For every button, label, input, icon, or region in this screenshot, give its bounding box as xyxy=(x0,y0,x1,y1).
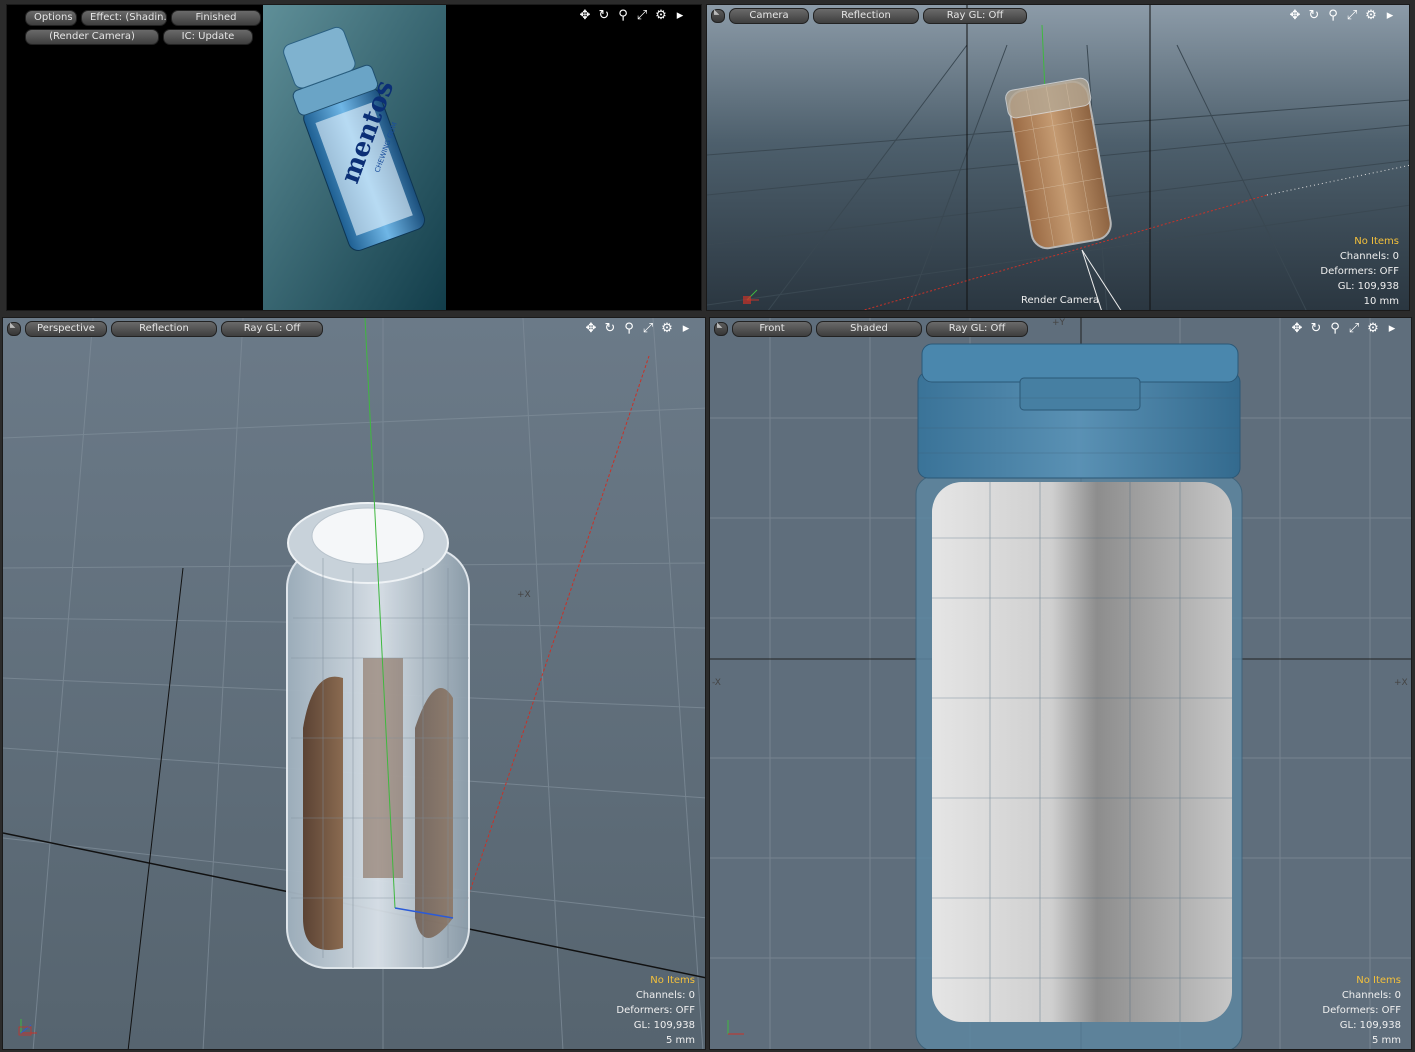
perspective-info-overlay: No Items Channels: 0 Deformers: OFF GL: … xyxy=(616,973,695,1048)
view-type-dropdown[interactable]: Perspective xyxy=(25,321,107,337)
arrow-right-icon[interactable]: ▸ xyxy=(1385,322,1399,335)
rotate-icon[interactable]: ↻ xyxy=(597,9,611,22)
deformers-label: Deformers: OFF xyxy=(616,1005,695,1016)
arrow-right-icon[interactable]: ▸ xyxy=(673,9,687,22)
channels-label: Channels: 0 xyxy=(1339,251,1399,262)
camera-info-overlay: No Items Channels: 0 Deformers: OFF GL: … xyxy=(1320,234,1399,309)
rotate-icon[interactable]: ↻ xyxy=(603,322,617,335)
move-icon[interactable]: ✥ xyxy=(578,9,592,22)
gear-icon[interactable]: ⚙ xyxy=(654,9,668,22)
viewport-menu-grabber[interactable] xyxy=(711,8,725,23)
front-info-overlay: No Items Channels: 0 Deformers: OFF GL: … xyxy=(1322,973,1401,1048)
grid-scale-label: 5 mm xyxy=(665,1035,695,1046)
perspective-toolbar: Perspective Reflection Ray GL: Off xyxy=(7,321,323,337)
no-items-label: No Items xyxy=(1354,236,1399,247)
maximize-icon[interactable]: ⤢ xyxy=(1347,322,1361,335)
front-toolbar: Front Shaded Ray GL: Off xyxy=(714,321,1028,337)
render-camera-dropdown[interactable]: (Render Camera) xyxy=(25,29,159,45)
maximize-icon[interactable]: ⤢ xyxy=(1345,9,1359,22)
rotate-icon[interactable]: ↻ xyxy=(1307,9,1321,22)
render-status-button[interactable]: Finished xyxy=(171,10,261,26)
zoom-icon[interactable]: ⚲ xyxy=(1326,9,1340,22)
render-viewport[interactable]: mentos CHEWING GUM Options Effect: (Shad… xyxy=(6,4,702,311)
gear-icon[interactable]: ⚙ xyxy=(1364,9,1378,22)
ic-update-button[interactable]: IC: Update xyxy=(163,29,253,45)
front-viewport[interactable]: Front Shaded Ray GL: Off ✥ ↻ ⚲ ⤢ ⚙ ▸ +Y … xyxy=(709,317,1412,1050)
gear-icon[interactable]: ⚙ xyxy=(660,322,674,335)
grid-scale-label: 10 mm xyxy=(1363,296,1399,307)
maximize-icon[interactable]: ⤢ xyxy=(641,322,655,335)
camera-viewport[interactable]: Camera Reflection Ray GL: Off ✥ ↻ ⚲ ⤢ ⚙ … xyxy=(706,4,1410,311)
channels-label: Channels: 0 xyxy=(1341,990,1401,1001)
zoom-icon[interactable]: ⚲ xyxy=(622,322,636,335)
camera-scene xyxy=(707,5,1409,310)
render-toolbar: Options Effect: (Shadin... Finished (Ren… xyxy=(25,10,261,45)
move-icon[interactable]: ✥ xyxy=(1288,9,1302,22)
viewport-menu-grabber[interactable] xyxy=(714,321,728,336)
axis-right-label: +X xyxy=(1394,678,1408,688)
render-camera-label: Render Camera xyxy=(1021,295,1100,306)
arrow-right-icon[interactable]: ▸ xyxy=(679,322,693,335)
move-icon[interactable]: ✥ xyxy=(1290,322,1304,335)
render-view-controls: ✥ ↻ ⚲ ⤢ ⚙ ▸ xyxy=(578,9,687,22)
camera-view-controls: ✥ ↻ ⚲ ⤢ ⚙ ▸ xyxy=(1288,9,1397,22)
move-icon[interactable]: ✥ xyxy=(584,322,598,335)
axis-left-label: -X xyxy=(712,678,721,688)
gl-count-label: GL: 109,938 xyxy=(633,1020,695,1031)
arrow-right-icon[interactable]: ▸ xyxy=(1383,9,1397,22)
perspective-scene xyxy=(3,318,705,1049)
front-scene xyxy=(710,318,1411,1049)
no-items-label: No Items xyxy=(1356,975,1401,986)
shading-dropdown[interactable]: Reflection xyxy=(111,321,217,337)
camera-toolbar: Camera Reflection Ray GL: Off xyxy=(711,8,1027,24)
no-items-label: No Items xyxy=(650,975,695,986)
deformers-label: Deformers: OFF xyxy=(1320,266,1399,277)
grid-scale-label: 5 mm xyxy=(1371,1035,1401,1046)
deformers-label: Deformers: OFF xyxy=(1322,1005,1401,1016)
front-view-controls: ✥ ↻ ⚲ ⤢ ⚙ ▸ xyxy=(1290,322,1399,335)
maximize-icon[interactable]: ⤢ xyxy=(635,9,649,22)
effect-dropdown[interactable]: Effect: (Shadin... xyxy=(81,10,167,26)
zoom-icon[interactable]: ⚲ xyxy=(616,9,630,22)
rotate-icon[interactable]: ↻ xyxy=(1309,322,1323,335)
shading-dropdown[interactable]: Reflection xyxy=(813,8,919,24)
render-image: mentos CHEWING GUM xyxy=(263,5,446,310)
raygl-toggle[interactable]: Ray GL: Off xyxy=(926,321,1028,337)
viewport-menu-grabber[interactable] xyxy=(7,321,21,336)
view-type-dropdown[interactable]: Camera xyxy=(729,8,809,24)
gl-count-label: GL: 109,938 xyxy=(1339,1020,1401,1031)
axis-x-label: +X xyxy=(517,590,531,600)
options-button[interactable]: Options xyxy=(25,10,77,26)
raygl-toggle[interactable]: Ray GL: Off xyxy=(221,321,323,337)
zoom-icon[interactable]: ⚲ xyxy=(1328,322,1342,335)
raygl-toggle[interactable]: Ray GL: Off xyxy=(923,8,1027,24)
gl-count-label: GL: 109,938 xyxy=(1337,281,1399,292)
shading-dropdown[interactable]: Shaded xyxy=(816,321,922,337)
view-type-dropdown[interactable]: Front xyxy=(732,321,812,337)
perspective-view-controls: ✥ ↻ ⚲ ⤢ ⚙ ▸ xyxy=(584,322,693,335)
perspective-viewport[interactable]: Perspective Reflection Ray GL: Off ✥ ↻ ⚲… xyxy=(2,317,706,1050)
axis-top-label: +Y xyxy=(1052,318,1066,328)
gear-icon[interactable]: ⚙ xyxy=(1366,322,1380,335)
channels-label: Channels: 0 xyxy=(635,990,695,1001)
